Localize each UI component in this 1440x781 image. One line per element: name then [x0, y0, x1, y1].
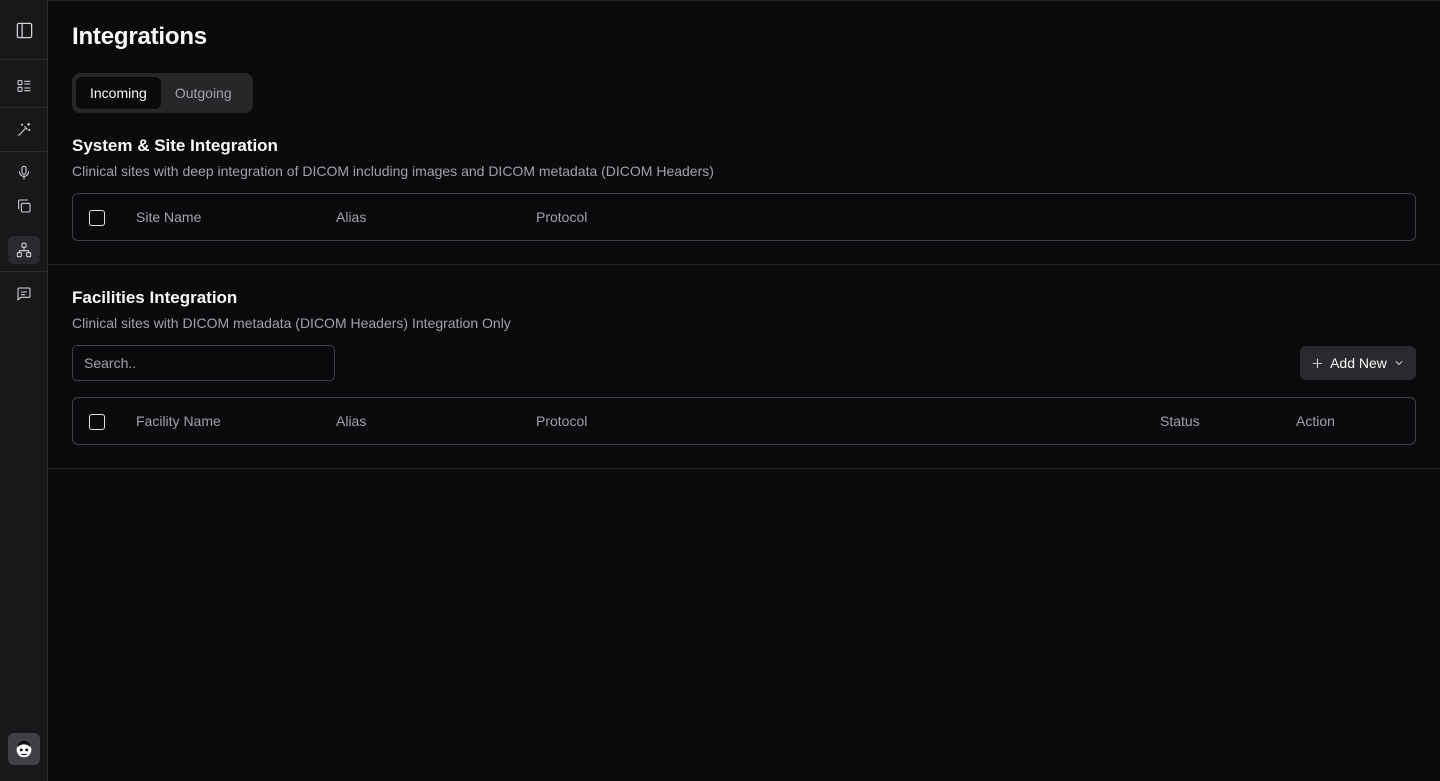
- facility-table-header: Facility Name Alias Protocol Status Acti…: [72, 397, 1416, 445]
- user-avatar[interactable]: [8, 733, 40, 765]
- tab-incoming[interactable]: Incoming: [76, 77, 161, 109]
- column-protocol[interactable]: Protocol: [536, 413, 587, 429]
- sidebar-divider: [0, 59, 47, 60]
- section-divider: [48, 468, 1440, 469]
- sidebar-item-copy[interactable]: [8, 192, 40, 220]
- sidebar: [0, 0, 48, 781]
- magic-wand-icon: [18, 122, 31, 136]
- column-alias[interactable]: Alias: [336, 209, 366, 225]
- microphone-icon: [18, 165, 30, 180]
- sidebar-item-integrations[interactable]: [8, 236, 40, 264]
- add-new-button[interactable]: Add New: [1300, 346, 1416, 380]
- select-all-facilities-checkbox[interactable]: [89, 414, 105, 430]
- sidebar-item-list[interactable]: [8, 72, 40, 100]
- column-action[interactable]: Action: [1296, 413, 1335, 429]
- facility-search-input[interactable]: [72, 345, 335, 381]
- user-avatar-icon: [16, 740, 32, 758]
- plus-icon: [1312, 358, 1323, 368]
- column-protocol[interactable]: Protocol: [536, 209, 587, 225]
- facilities-section-title: Facilities Integration: [72, 288, 238, 307]
- sidebar-item-messages[interactable]: [8, 280, 40, 308]
- list-icon: [17, 80, 31, 92]
- main-content: Integrations Incoming Outgoing System & …: [48, 0, 1440, 781]
- column-facility-name[interactable]: Facility Name: [136, 413, 221, 429]
- sidebar-item-dictation[interactable]: [8, 159, 40, 187]
- sidebar-divider: [0, 271, 47, 272]
- network-icon: [16, 242, 32, 258]
- system-section-description: Clinical sites with deep integration of …: [72, 163, 714, 179]
- section-divider: [48, 264, 1440, 265]
- select-all-sites-checkbox[interactable]: [89, 210, 105, 226]
- message-icon: [17, 287, 31, 301]
- copy-icon: [18, 199, 31, 213]
- tab-outgoing[interactable]: Outgoing: [161, 77, 246, 109]
- sidebar-toggle-icon: [16, 22, 32, 38]
- tab-switcher: Incoming Outgoing: [72, 73, 253, 113]
- column-site-name[interactable]: Site Name: [136, 209, 201, 225]
- add-new-label: Add New: [1330, 355, 1387, 371]
- facilities-section-description: Clinical sites with DICOM metadata (DICO…: [72, 315, 511, 331]
- system-section-title: System & Site Integration: [72, 136, 278, 155]
- site-table-header: Site Name Alias Protocol: [72, 193, 1416, 241]
- chevron-down-icon: [1395, 361, 1403, 365]
- column-alias[interactable]: Alias: [336, 413, 366, 429]
- sidebar-divider: [0, 151, 47, 152]
- sidebar-item-magic[interactable]: [8, 116, 40, 144]
- column-status[interactable]: Status: [1160, 413, 1200, 429]
- sidebar-divider: [0, 107, 47, 108]
- sidebar-toggle-button[interactable]: [8, 16, 40, 44]
- page-title: Integrations: [72, 23, 207, 50]
